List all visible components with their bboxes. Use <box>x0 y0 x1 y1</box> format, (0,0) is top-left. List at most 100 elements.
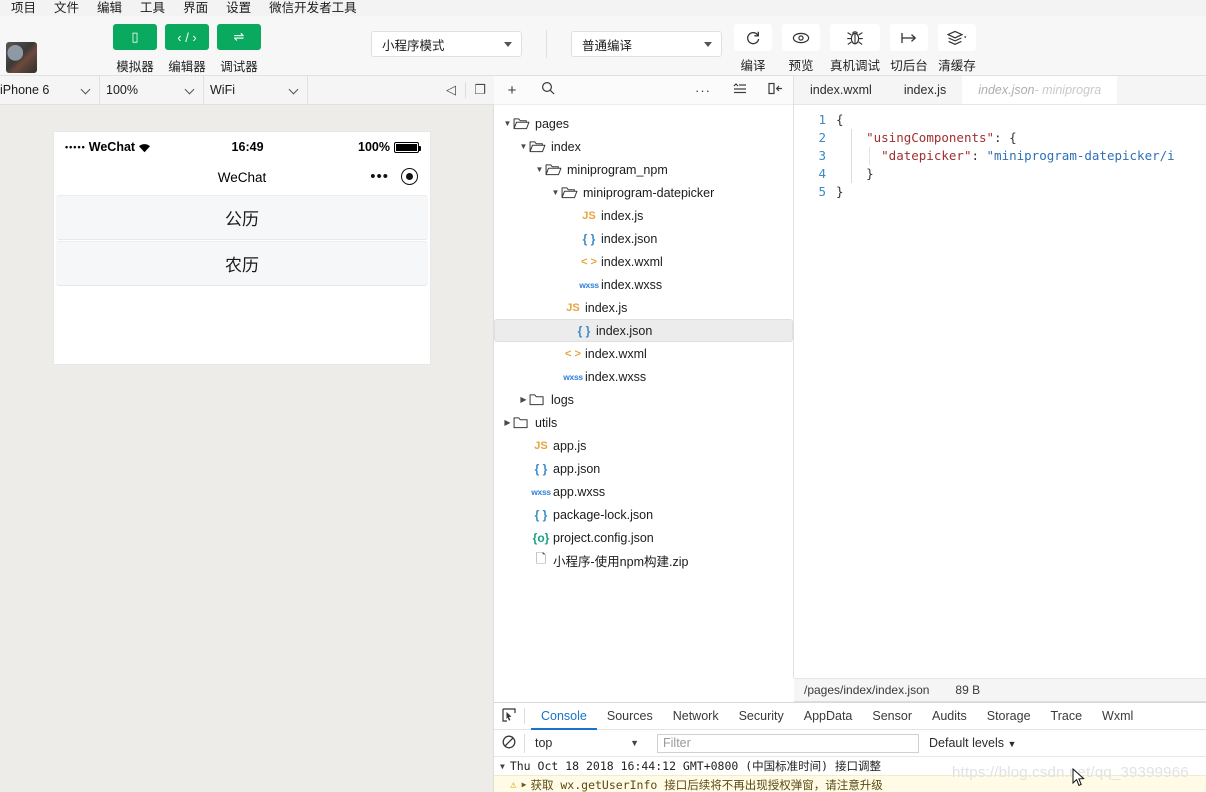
volume-icon[interactable]: ◁ <box>437 82 465 98</box>
mode-select[interactable]: 小程序模式 <box>371 31 522 57</box>
action-button-切后台[interactable]: 切后台 <box>886 24 932 74</box>
action-button-label: 真机调试 <box>830 59 881 73</box>
menu-item-5[interactable]: 设置 <box>217 1 260 16</box>
devtools-tab-console[interactable]: Console <box>531 703 597 730</box>
search-icon[interactable] <box>530 81 566 99</box>
tree-file-小程序-使用npm构建.zip[interactable]: 🗋 小程序-使用npm构建.zip <box>494 549 793 572</box>
tree-folder-miniprogram_npm[interactable]: ▼ miniprogram_npm <box>494 158 793 181</box>
console-filter-input[interactable]: Filter <box>657 733 919 753</box>
collapse-icon[interactable] <box>721 82 757 99</box>
calendar-type-cell-1[interactable]: 农历 <box>56 241 428 286</box>
chevron-right-icon[interactable]: ▶ <box>518 395 529 404</box>
tree-file-index.wxml[interactable]: < > index.wxml <box>494 342 793 365</box>
hide-sidebar-icon[interactable] <box>757 82 793 99</box>
line-text: } <box>836 184 844 199</box>
action-button-编译[interactable]: 编译 <box>730 24 776 74</box>
menu-item-3[interactable]: 工具 <box>131 1 174 16</box>
menu-bar: 项目 文件 编辑 工具 界面 设置 微信开发者工具 <box>0 0 1206 16</box>
tree-item-label: project.config.json <box>553 530 654 545</box>
phone-status-bar: ••••• WeChat 16:49 100% <box>54 132 430 162</box>
network-select[interactable]: WiFi <box>204 75 308 105</box>
devtools-tab-appdata[interactable]: AppData <box>794 703 863 730</box>
phone-frame: ••••• WeChat 16:49 100% WeChat ••• 公历 农历 <box>54 132 430 364</box>
more-icon[interactable]: ··· <box>685 83 721 98</box>
main-toolbar: ▯ 模拟器 ‹ / › 编辑器 ⇌ 调试器 小程序模式 普通编译 编译 预览 真机调试 切后台清… <box>0 16 1206 76</box>
chevron-right-icon[interactable]: ▶ <box>502 418 513 427</box>
more-icon[interactable]: ••• <box>370 169 389 184</box>
chevron-down-icon[interactable]: ▼ <box>502 119 513 128</box>
code-editor: index.wxml index.js index.json - miniprogr… <box>794 76 1206 678</box>
capsule-button[interactable]: ••• <box>370 168 418 185</box>
devtools-tab-sources[interactable]: Sources <box>597 703 663 730</box>
mode-button-调试器[interactable]: ⇌ 调试器 <box>217 24 261 75</box>
mode-button-模拟器[interactable]: ▯ 模拟器 <box>113 24 157 75</box>
mode-button-编辑器[interactable]: ‹ / › 编辑器 <box>165 24 209 75</box>
clear-console-icon[interactable] <box>494 735 524 752</box>
chevron-down-icon[interactable]: ▼ <box>550 188 561 197</box>
tree-folder-pages[interactable]: ▼ pages <box>494 112 793 135</box>
devtools-tab-audits[interactable]: Audits <box>922 703 977 730</box>
devtools-tab-storage[interactable]: Storage <box>977 703 1041 730</box>
chevron-down-icon[interactable]: ▼ <box>518 142 529 151</box>
inspect-icon[interactable] <box>494 707 524 725</box>
add-icon[interactable]: + <box>494 82 530 99</box>
devtools-tab-network[interactable]: Network <box>663 703 729 730</box>
action-button-真机调试[interactable]: 真机调试 <box>826 24 884 74</box>
line-number: 2 <box>818 130 826 145</box>
editor-tab-index.json[interactable]: index.json - miniprogra <box>962 76 1118 104</box>
tree-file-package-lock.json[interactable]: { } package-lock.json <box>494 503 793 526</box>
tree-file-index.wxss[interactable]: wxss index.wxss <box>494 273 793 296</box>
tree-file-app.json[interactable]: { } app.json <box>494 457 793 480</box>
compile-select[interactable]: 普通编译 <box>571 31 722 57</box>
tree-file-index.js[interactable]: JS index.js <box>494 204 793 227</box>
chevron-down-icon[interactable]: ▼ <box>534 165 545 174</box>
action-button-预览[interactable]: 预览 <box>778 24 824 74</box>
tree-file-index.wxml[interactable]: < > index.wxml <box>494 250 793 273</box>
menu-item-2[interactable]: 编辑 <box>88 1 131 16</box>
compile-select-wrap: 普通编译 <box>571 31 722 57</box>
line-number: 3 <box>818 148 826 163</box>
menu-item-1[interactable]: 文件 <box>45 1 88 16</box>
tree-file-index.json[interactable]: { } index.json <box>494 319 793 342</box>
tree-file-app.wxss[interactable]: wxss app.wxss <box>494 480 793 503</box>
chevron-down-icon[interactable]: ▼ <box>500 762 505 771</box>
menu-item-4[interactable]: 界面 <box>174 1 217 16</box>
editor-tab-index.wxml[interactable]: index.wxml <box>794 76 888 104</box>
tree-folder-index[interactable]: ▼ index <box>494 135 793 158</box>
menu-item-6[interactable]: 微信开发者工具 <box>260 1 366 16</box>
console-context-select[interactable]: top ▼ <box>524 733 649 753</box>
devtools-tab-security[interactable]: Security <box>729 703 794 730</box>
console-levels-select[interactable]: Default levels ▼ <box>929 736 1016 750</box>
line-text: "usingComponents": { <box>866 130 1017 145</box>
devtools-tab-bar: Console Sources Network Security AppData Sens… <box>494 703 1206 730</box>
tree-file-project.config.json[interactable]: {o} project.config.json <box>494 526 793 549</box>
menu-item-0[interactable]: 项目 <box>2 1 45 16</box>
tree-item-label: miniprogram_npm <box>567 162 668 177</box>
explorer-toolbar: + ··· <box>494 76 793 105</box>
indent-guide <box>851 129 852 183</box>
tree-folder-utils[interactable]: ▶ utils <box>494 411 793 434</box>
editor-tab-index.js[interactable]: index.js <box>888 76 962 104</box>
watermark: https://blog.csdn.net/qq_39399966 <box>952 764 1189 781</box>
tree-file-index.wxss[interactable]: wxss index.wxss <box>494 365 793 388</box>
tree-folder-miniprogram-datepicker[interactable]: ▼ miniprogram-datepicker <box>494 181 793 204</box>
avatar[interactable] <box>6 42 37 73</box>
action-button-清缓存[interactable]: 清缓存 <box>934 24 980 74</box>
device-select[interactable]: iPhone 6 <box>0 75 100 105</box>
calendar-type-cell-0[interactable]: 公历 <box>56 195 428 240</box>
zoom-select[interactable]: 100% <box>100 75 204 105</box>
code-area[interactable]: 1{2 "usingComponents": {3 "datepicker": … <box>794 105 1206 201</box>
rotate-icon[interactable]: ❐ <box>466 82 494 98</box>
devtools-tab-sensor[interactable]: Sensor <box>862 703 922 730</box>
action-button-group: 编译 预览 真机调试 切后台 清缓存 <box>730 24 980 74</box>
devtools-tab-trace[interactable]: Trace <box>1041 703 1093 730</box>
devtools-tab-wxml[interactable]: Wxml <box>1092 703 1143 730</box>
tree-file-index.js[interactable]: JS index.js <box>494 296 793 319</box>
chevron-right-icon[interactable]: ▶ <box>522 780 527 789</box>
action-button-label: 编译 <box>740 59 766 73</box>
tree-folder-logs[interactable]: ▶ logs <box>494 388 793 411</box>
tree-file-index.json[interactable]: { } index.json <box>494 227 793 250</box>
target-icon[interactable] <box>401 168 418 185</box>
tree-file-app.js[interactable]: JS app.js <box>494 434 793 457</box>
editor-tab-sublabel: - miniprogra <box>1034 83 1102 97</box>
